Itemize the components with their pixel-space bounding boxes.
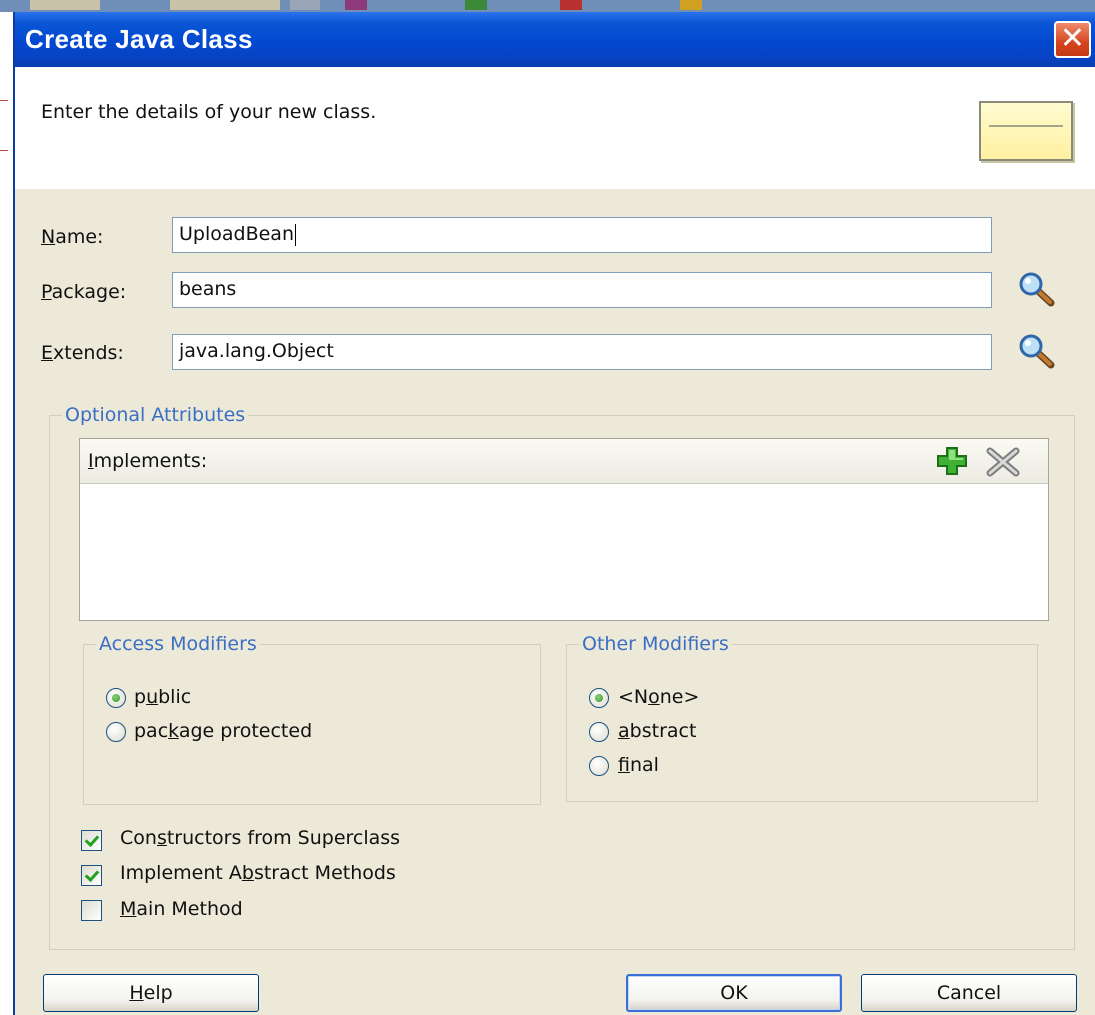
package-field[interactable]: beans: [172, 272, 992, 308]
main-method-label[interactable]: Main Method: [120, 898, 243, 920]
header-description: Enter the details of your new class.: [41, 101, 377, 123]
package-label: Package:: [41, 281, 127, 303]
other-modifiers-group: Other Modifiers: [566, 633, 1038, 802]
implements-list[interactable]: Implements:: [79, 438, 1049, 621]
cancel-button[interactable]: Cancel: [861, 974, 1077, 1012]
checkbox-main-method[interactable]: [81, 900, 102, 921]
add-icon[interactable]: [936, 446, 968, 476]
dialog-body: Name: UploadBean Package: beans Extends:…: [15, 189, 1095, 1015]
radio-abstract[interactable]: [589, 722, 609, 742]
public-label[interactable]: public: [134, 686, 191, 708]
extends-field[interactable]: java.lang.Object: [172, 334, 992, 370]
final-label[interactable]: final: [618, 754, 659, 776]
checkbox-constructors-from-superclass[interactable]: [81, 830, 102, 851]
access-modifiers-legend: Access Modifiers: [99, 633, 257, 655]
ok-button[interactable]: OK: [626, 974, 842, 1012]
name-label: Name:: [41, 226, 104, 248]
abstract-label[interactable]: abstract: [618, 720, 696, 742]
other-modifiers-legend: Other Modifiers: [582, 633, 729, 655]
help-button[interactable]: Help: [43, 974, 259, 1012]
taskbar-strip: [0, 0, 1095, 12]
radio-package-protected[interactable]: [106, 722, 126, 742]
implement-abstract-methods-label[interactable]: Implement Abstract Methods: [120, 862, 396, 884]
package-protected-label[interactable]: package protected: [134, 720, 312, 742]
note-icon: [979, 101, 1073, 161]
access-modifiers-group: Access Modifiers: [83, 633, 541, 805]
search-icon[interactable]: [1017, 332, 1057, 372]
none-label[interactable]: <None>: [618, 686, 699, 708]
radio-public[interactable]: [106, 688, 126, 708]
optional-attributes-legend: Optional Attributes: [65, 404, 246, 426]
checkbox-implement-abstract-methods[interactable]: [81, 865, 102, 886]
radio-final[interactable]: [589, 756, 609, 776]
implements-header: Implements:: [80, 439, 1048, 484]
name-field[interactable]: UploadBean: [172, 217, 992, 253]
dialog-header: Enter the details of your new class.: [15, 67, 1095, 190]
dialog-title: Create Java Class: [25, 24, 253, 54]
remove-icon[interactable]: [986, 447, 1020, 477]
search-icon[interactable]: [1017, 270, 1057, 310]
implements-label: Implements:: [88, 450, 208, 472]
title-bar[interactable]: Create Java Class ✕: [15, 12, 1095, 67]
constructors-from-superclass-label[interactable]: Constructors from Superclass: [120, 827, 400, 849]
create-java-class-dialog: Create Java Class ✕ Enter the details of…: [13, 12, 1095, 1015]
radio-none[interactable]: [589, 688, 609, 708]
background-window-edge: [0, 12, 13, 1015]
close-button[interactable]: ✕: [1054, 21, 1091, 58]
extends-label: Extends:: [41, 342, 124, 364]
